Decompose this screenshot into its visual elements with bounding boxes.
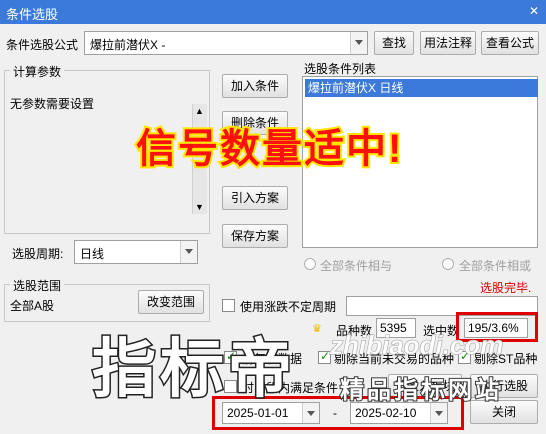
- title-bar: 条件选股 ✕: [0, 0, 546, 24]
- or-all-label: 全部条件相或: [459, 259, 532, 273]
- chevron-down-icon[interactable]: [350, 32, 367, 54]
- formula-value: 爆拉前潜伏X -: [90, 38, 166, 52]
- period-label: 选股周期:: [12, 247, 64, 261]
- save-plan-button[interactable]: 保存方案: [222, 224, 288, 248]
- and-all-label: 全部条件相与: [320, 259, 393, 273]
- find-button[interactable]: 查找: [374, 31, 414, 55]
- close-icon[interactable]: ✕: [524, 2, 544, 20]
- window-title: 条件选股: [6, 7, 59, 22]
- use-vary-checkbox[interactable]: [222, 299, 235, 312]
- range-value: 全部A股: [10, 299, 55, 313]
- status-text: 选股完毕.: [480, 281, 532, 295]
- formula-label: 条件选股公式: [6, 38, 79, 52]
- formula-select[interactable]: 爆拉前潜伏X -: [84, 31, 368, 55]
- use-vary-label: 使用涨跌不定周期: [240, 300, 337, 314]
- condlist-title: 选股条件列表: [304, 62, 377, 76]
- or-all-radio[interactable]: [442, 258, 454, 270]
- list-item[interactable]: 爆拉前潜伏X 日线: [305, 79, 538, 97]
- and-all-radio[interactable]: [304, 258, 316, 270]
- change-range-button[interactable]: 改变范围: [138, 290, 204, 314]
- add-condition-button[interactable]: 加入条件: [222, 74, 288, 98]
- view-formula-button[interactable]: 查看公式: [481, 31, 539, 55]
- watermark-url: zhibiaodi.com: [329, 330, 504, 361]
- scroll-up-icon[interactable]: ▲: [195, 106, 204, 116]
- range-title: 选股范围: [10, 277, 65, 294]
- signal-banner-text: 信号数量适中!: [134, 125, 404, 173]
- scroll-down-icon[interactable]: ▼: [195, 202, 204, 212]
- params-title: 计算参数: [10, 63, 65, 80]
- import-plan-button[interactable]: 引入方案: [222, 186, 288, 210]
- crown-icon: ♛: [312, 323, 322, 335]
- signal-banner: 信号数量适中!: [134, 116, 432, 174]
- chevron-down-icon[interactable]: [180, 241, 197, 263]
- watermark-big: 指标帝: [91, 332, 296, 407]
- params-text: 无参数需要设置: [10, 97, 95, 111]
- period-select[interactable]: 日线: [74, 240, 198, 264]
- usage-button[interactable]: 用法注释: [420, 31, 476, 55]
- period-value: 日线: [80, 247, 105, 261]
- watermark-sub: 精品指标网站: [339, 376, 502, 405]
